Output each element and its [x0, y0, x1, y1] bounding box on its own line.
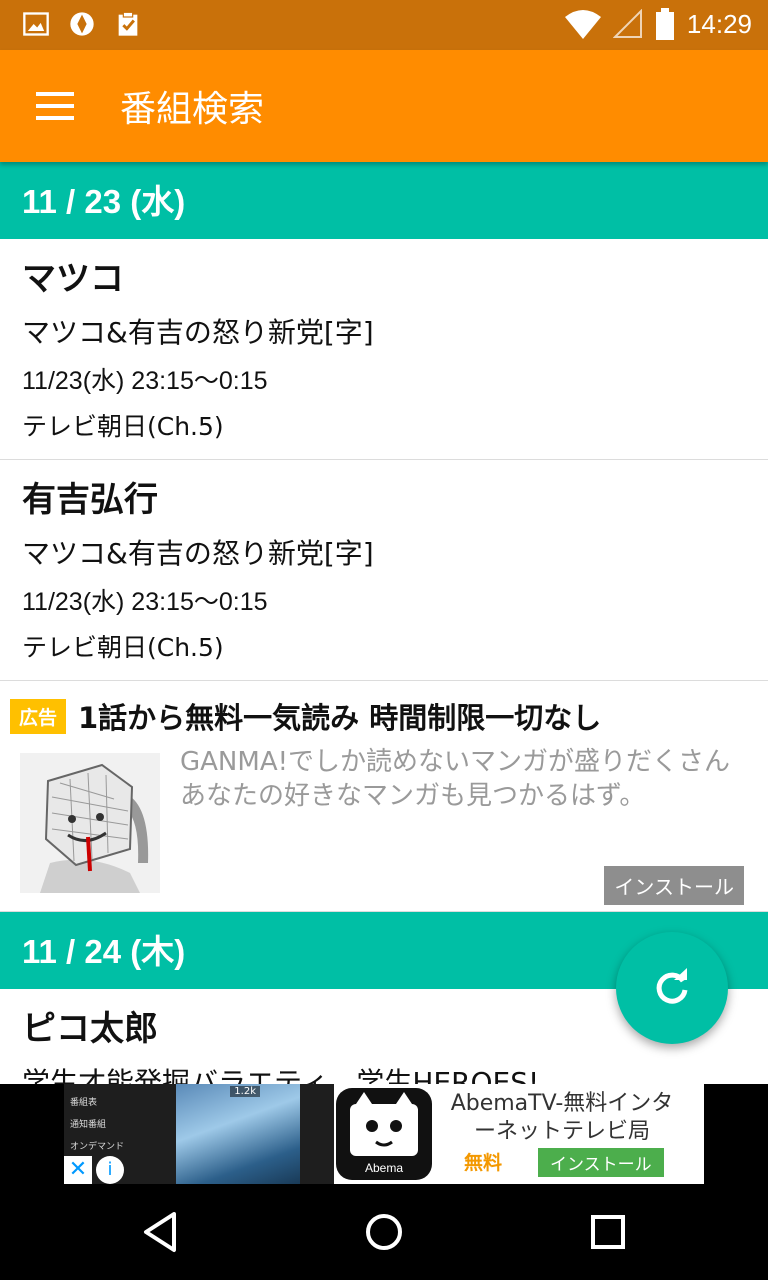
home-icon[interactable] — [360, 1208, 408, 1256]
program-title: マツコ&有吉の怒り新党[字] — [22, 316, 374, 349]
banner-menu-item: 通知番組 — [70, 1120, 107, 1130]
page-title: 番組検索 — [120, 89, 265, 130]
view-count: 1.2k — [230, 1086, 260, 1097]
banner-ad-menu: 番組表 通知番組 オンデマンド — [70, 1092, 124, 1158]
refresh-icon — [656, 968, 688, 1004]
refresh-button[interactable] — [616, 932, 728, 1044]
banner-menu-item: 番組表 — [70, 1098, 98, 1108]
abema-logo-text: Abema — [365, 1161, 403, 1175]
battery-icon — [655, 8, 674, 40]
app-bar: 番組検索 — [0, 50, 768, 162]
list-item[interactable]: マツコ マツコ&有吉の怒り新党[字] 11/23(水) 23:15〜0:15 テ… — [0, 239, 768, 460]
banner-install-button[interactable]: インストール — [538, 1148, 664, 1177]
native-ad[interactable]: 広告 1話から無料一気読み 時間制限一切なし GANMA!でしか読めないマンガが… — [0, 681, 768, 912]
banner-menu-item: オンデマンド — [70, 1142, 125, 1152]
close-icon[interactable]: ✕ — [64, 1156, 92, 1184]
image-icon — [23, 12, 49, 36]
program-title: 学生才能発掘バラエティ 学生HEROES! — [22, 1066, 540, 1084]
search-keyword: 有吉弘行 — [22, 480, 158, 520]
list-item[interactable]: 有吉弘行 マツコ&有吉の怒り新党[字] 11/23(水) 23:15〜0:15 … — [0, 460, 768, 681]
ad-thumbnail[interactable] — [20, 753, 160, 893]
banner-ad-title: AbemaTV-無料インターネットテレビ局 — [450, 1091, 674, 1144]
banner-ad-price: 無料 — [464, 1152, 503, 1174]
back-icon[interactable] — [136, 1208, 184, 1256]
program-channel: テレビ朝日(Ch.5) — [22, 633, 224, 662]
program-channel: テレビ朝日(Ch.5) — [22, 412, 224, 441]
status-bar: 14:29 — [0, 0, 768, 50]
ad-body: GANMA!でしか読めないマンガが盛りだくさんあなたの好きなマンガも見つかるはず… — [180, 747, 731, 811]
ad-badge: 広告 — [10, 699, 67, 734]
banner-ad[interactable]: 番組表 通知番組 オンデマンド 1.2k ✕ i Abema AbemaTV-無… — [0, 1084, 768, 1184]
clock: 14:29 — [686, 8, 752, 39]
info-icon[interactable]: i — [96, 1156, 124, 1184]
navigation-bar — [0, 1184, 768, 1280]
banner-ad-preview[interactable]: 番組表 通知番組 オンデマンド 1.2k ✕ i — [64, 1084, 334, 1184]
program-time: 11/23(水) 23:15〜0:15 — [22, 367, 268, 395]
signal-icon — [612, 9, 642, 38]
program-time: 11/23(水) 23:15〜0:15 — [22, 588, 268, 616]
hamburger-menu-icon[interactable] — [28, 84, 84, 128]
ad-headline: 1話から無料一気読み 時間制限一切なし — [78, 701, 602, 735]
date-header: 11 / 23 (水) — [0, 162, 768, 239]
wifi-icon — [564, 10, 601, 39]
app-icon — [70, 12, 94, 36]
install-button[interactable]: インストール — [604, 866, 744, 905]
banner-ad-content[interactable]: Abema AbemaTV-無料インターネットテレビ局 無料 インストール — [334, 1084, 704, 1184]
search-keyword: マツコ — [22, 259, 124, 299]
clipboard-check-icon — [118, 11, 138, 36]
program-title: マツコ&有吉の怒り新党[字] — [22, 537, 374, 570]
abema-logo-icon: Abema — [336, 1088, 432, 1180]
recents-icon[interactable] — [584, 1208, 632, 1256]
banner-ad-photo: 1.2k — [176, 1084, 300, 1184]
